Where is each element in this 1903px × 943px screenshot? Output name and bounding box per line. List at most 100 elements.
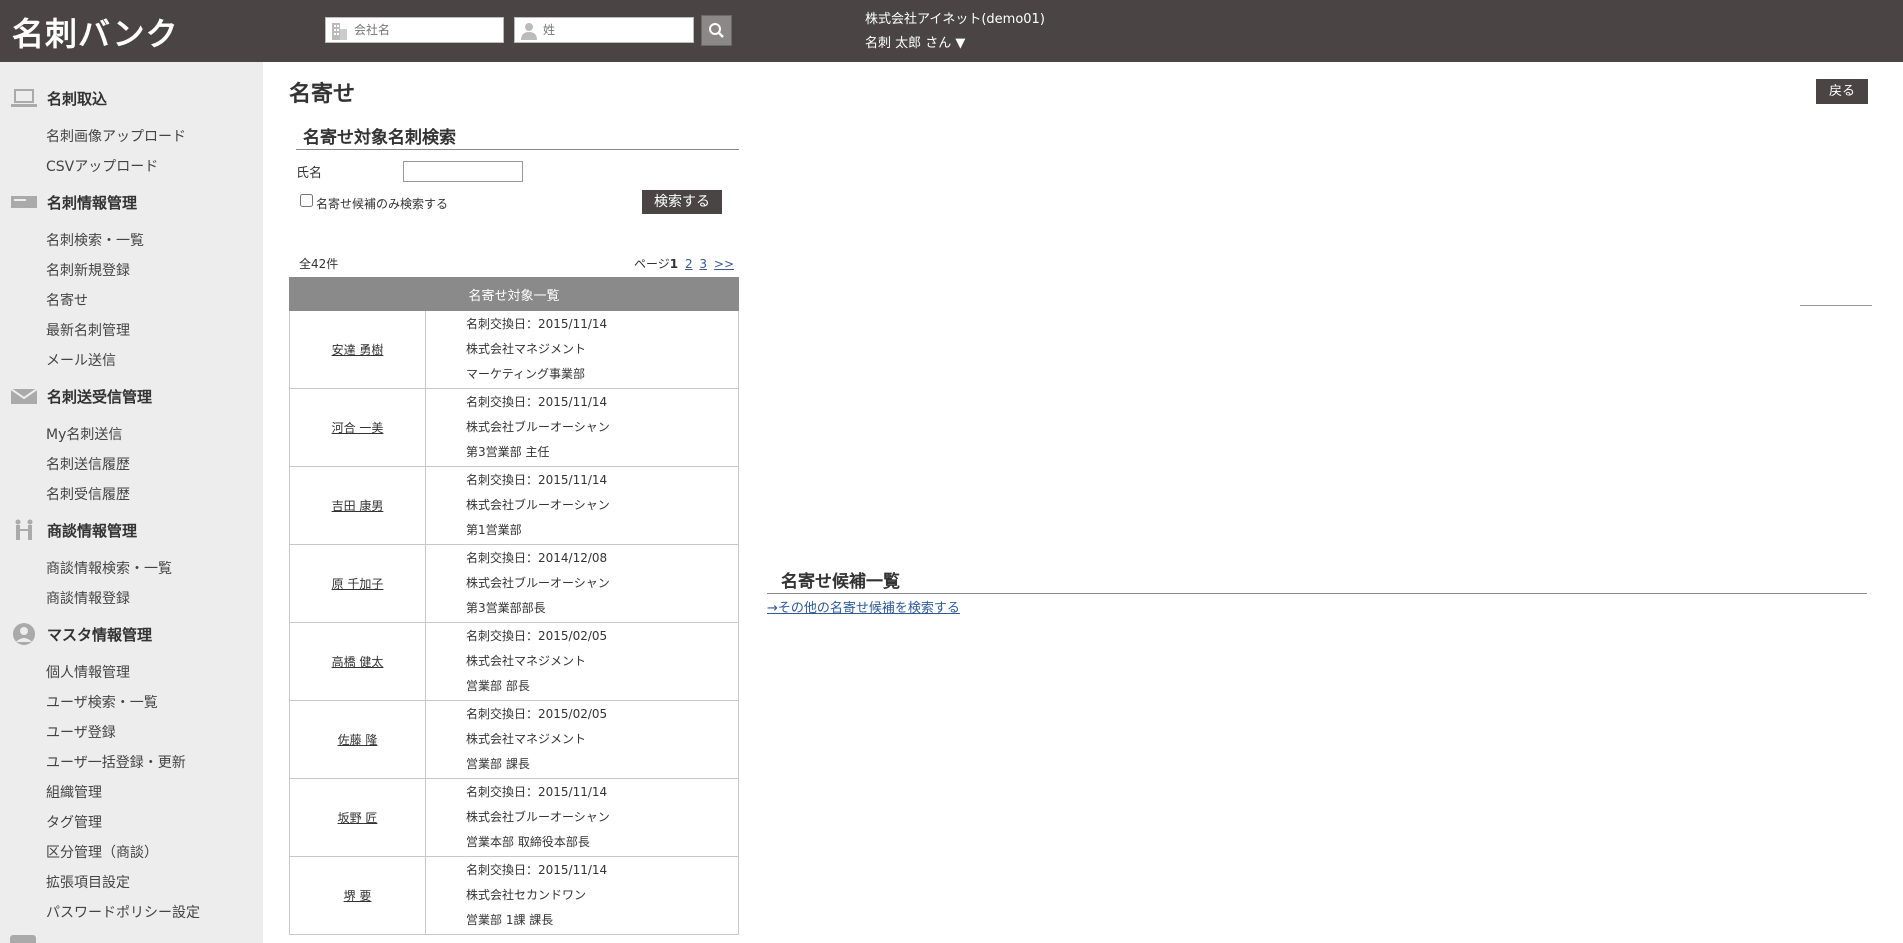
department: 第3営業部 主任 [466,445,550,459]
sidebar-item-user-bulk[interactable]: ユーザ一括登録・更新 [46,752,186,772]
sidebar-section-title: マスタ情報管理 [47,626,153,644]
person-name-link[interactable]: 高橋 健太 [332,655,384,669]
department: 営業部 部長 [466,679,530,693]
app-logo[interactable]: 名刺バンク [12,9,179,55]
person-name-link[interactable]: 河合 一美 [332,421,384,435]
sidebar-item-latest-card[interactable]: 最新名刺管理 [46,320,130,340]
person-name-link[interactable]: 佐藤 隆 [338,733,378,747]
person-name-link[interactable]: 坂野 匠 [338,811,378,825]
person-name-link[interactable]: 吉田 康男 [332,499,384,513]
pagination-current: 1 [669,257,679,271]
sidebar-item-csv-upload[interactable]: CSVアップロード [46,156,158,176]
sidebar-item-mail-send[interactable]: メール送信 [46,350,116,370]
table-row: 原 千加子 名刺交換日：2014/12/08 株式会社ブルーオーシャン 第3営業部部… [289,544,739,623]
people-icon [15,519,33,540]
sidebar-next-section-icon [10,935,36,943]
sidebar-section-title: 名刺取込 [47,90,108,108]
user-menu[interactable]: 名刺 太郎 さん ▼ [865,32,965,51]
sidebar-item-card-new[interactable]: 名刺新規登録 [46,260,130,280]
company-name: 株式会社ブルーオーシャン [466,420,610,434]
department: 第3営業部部長 [466,601,546,615]
department: 第1営業部 [466,523,522,537]
envelope-icon [10,388,38,404]
company-name: 株式会社マネジメント [466,654,587,668]
sidebar-item-name-merge[interactable]: 名寄せ [46,290,88,310]
exchange-date: 名刺交換日：2015/02/05 [466,629,608,643]
candidate-section-title: 名寄せ候補一覧 [781,572,900,592]
user-icon [13,623,35,645]
company-search-input[interactable] [354,20,494,40]
sidebar-item-extension-settings[interactable]: 拡張項目設定 [46,872,130,892]
section-divider [296,149,739,150]
name-field-label: 氏名 [296,166,323,181]
sidebar-section-title: 商談情報管理 [47,522,138,540]
surname-search-input[interactable] [543,20,683,40]
exchange-date: 名刺交換日：2015/02/05 [466,707,608,721]
table-row: 坂野 匠 名刺交換日：2015/11/14 株式会社ブルーオーシャン 営業本部 取締… [289,778,739,857]
exchange-date: 名刺交換日：2015/11/14 [466,785,608,799]
sidebar-item-deal-search[interactable]: 商談情報検索・一覧 [46,558,172,578]
laptop-icon [11,89,37,107]
company-name: 株式会社セカンドワン [466,888,587,902]
person-name-link[interactable]: 堺 要 [344,889,372,903]
sidebar-section-master-info: マスタ情報管理 [0,620,263,648]
sidebar-section-card-info: 名刺情報管理 [0,188,263,216]
company-name: 株式会社ブルーオーシャン [466,498,610,512]
sidebar: 名刺取込 名刺画像アップロード CSVアップロード 名刺情報管理 名刺検索・一覧… [0,62,263,943]
back-button[interactable]: 戻る [1816,79,1868,104]
person-name-link[interactable]: 安達 勇樹 [332,343,384,357]
sidebar-item-image-upload[interactable]: 名刺画像アップロード [46,126,186,146]
sidebar-section-import: 名刺取込 [0,84,263,112]
table-row: 吉田 康男 名刺交換日：2015/11/14 株式会社ブルーオーシャン 第1営業部 [289,466,739,545]
sidebar-item-password-policy[interactable]: パスワードポリシー設定 [46,902,200,922]
exchange-date: 名刺交換日：2015/11/14 [466,395,608,409]
candidate-only-label[interactable]: 名寄せ候補のみ検索する [316,195,448,212]
merge-target-table: 名寄せ対象一覧 安達 勇樹 名刺交換日：2015/11/14 株式会社マネジメント… [289,277,739,935]
building-icon [332,23,347,40]
sidebar-item-my-card-send[interactable]: My名刺送信 [46,424,122,444]
table-row: 堺 要 名刺交換日：2015/11/14 株式会社セカンドワン 営業部 1課 課長 [289,856,739,935]
sidebar-section-deal-info: 商談情報管理 [0,516,263,544]
detail-divider [1800,305,1872,306]
magnifier-icon [709,23,724,38]
pagination: ページ1 2 3 >> [634,255,734,272]
name-field[interactable] [403,161,523,182]
sidebar-item-personal-info[interactable]: 個人情報管理 [46,662,130,682]
pagination-next[interactable]: >> [714,257,734,271]
exchange-date: 名刺交換日：2015/11/14 [466,473,608,487]
exchange-date: 名刺交換日：2014/12/08 [466,551,608,565]
header-search-button[interactable] [701,15,732,46]
sidebar-item-deal-register[interactable]: 商談情報登録 [46,588,130,608]
surname-search-box[interactable] [514,17,694,43]
sidebar-item-category-manage[interactable]: 区分管理（商談） [46,842,158,862]
company-search-box[interactable] [325,17,504,43]
sidebar-item-user-search[interactable]: ユーザ検索・一覧 [46,692,158,712]
table-header: 名寄せ対象一覧 [289,277,739,311]
table-row: 高橋 健太 名刺交換日：2015/02/05 株式会社マネジメント 営業部 部長 [289,622,739,701]
candidate-only-checkbox[interactable] [300,194,313,207]
person-name-link[interactable]: 原 千加子 [332,577,384,591]
total-count: 全42件 [299,257,339,271]
search-button[interactable]: 検索する [642,190,722,214]
pagination-prefix: ページ [634,257,670,271]
table-row: 安達 勇樹 名刺交換日：2015/11/14 株式会社マネジメント マーケティング事… [289,310,739,389]
page-title: 名寄せ [289,82,356,107]
sidebar-item-org-manage[interactable]: 組織管理 [46,782,102,802]
section-divider [767,593,1867,594]
sidebar-item-send-history[interactable]: 名刺送信履歴 [46,454,130,474]
app-header: 名刺バンク 株式会社アイネット(demo01) 名刺 太郎 さん ▼ [0,0,1903,62]
search-section-title: 名寄せ対象名刺検索 [303,128,456,148]
sidebar-item-receive-history[interactable]: 名刺受信履歴 [46,484,130,504]
company-name: 株式会社ブルーオーシャン [466,810,610,824]
table-row: 河合 一美 名刺交換日：2015/11/14 株式会社ブルーオーシャン 第3営業部 … [289,388,739,467]
sidebar-item-card-search[interactable]: 名刺検索・一覧 [46,230,144,250]
company-name: 株式会社ブルーオーシャン [466,576,610,590]
search-other-candidates-link[interactable]: →その他の名寄せ候補を検索する [767,597,960,616]
company-name: 株式会社マネジメント [466,342,587,356]
company-name: 株式会社マネジメント [466,732,587,746]
pagination-page-2[interactable]: 2 [685,257,693,271]
person-icon [521,23,537,40]
sidebar-item-user-register[interactable]: ユーザ登録 [46,722,116,742]
pagination-page-3[interactable]: 3 [699,257,707,271]
sidebar-item-tag-manage[interactable]: タグ管理 [46,812,102,832]
